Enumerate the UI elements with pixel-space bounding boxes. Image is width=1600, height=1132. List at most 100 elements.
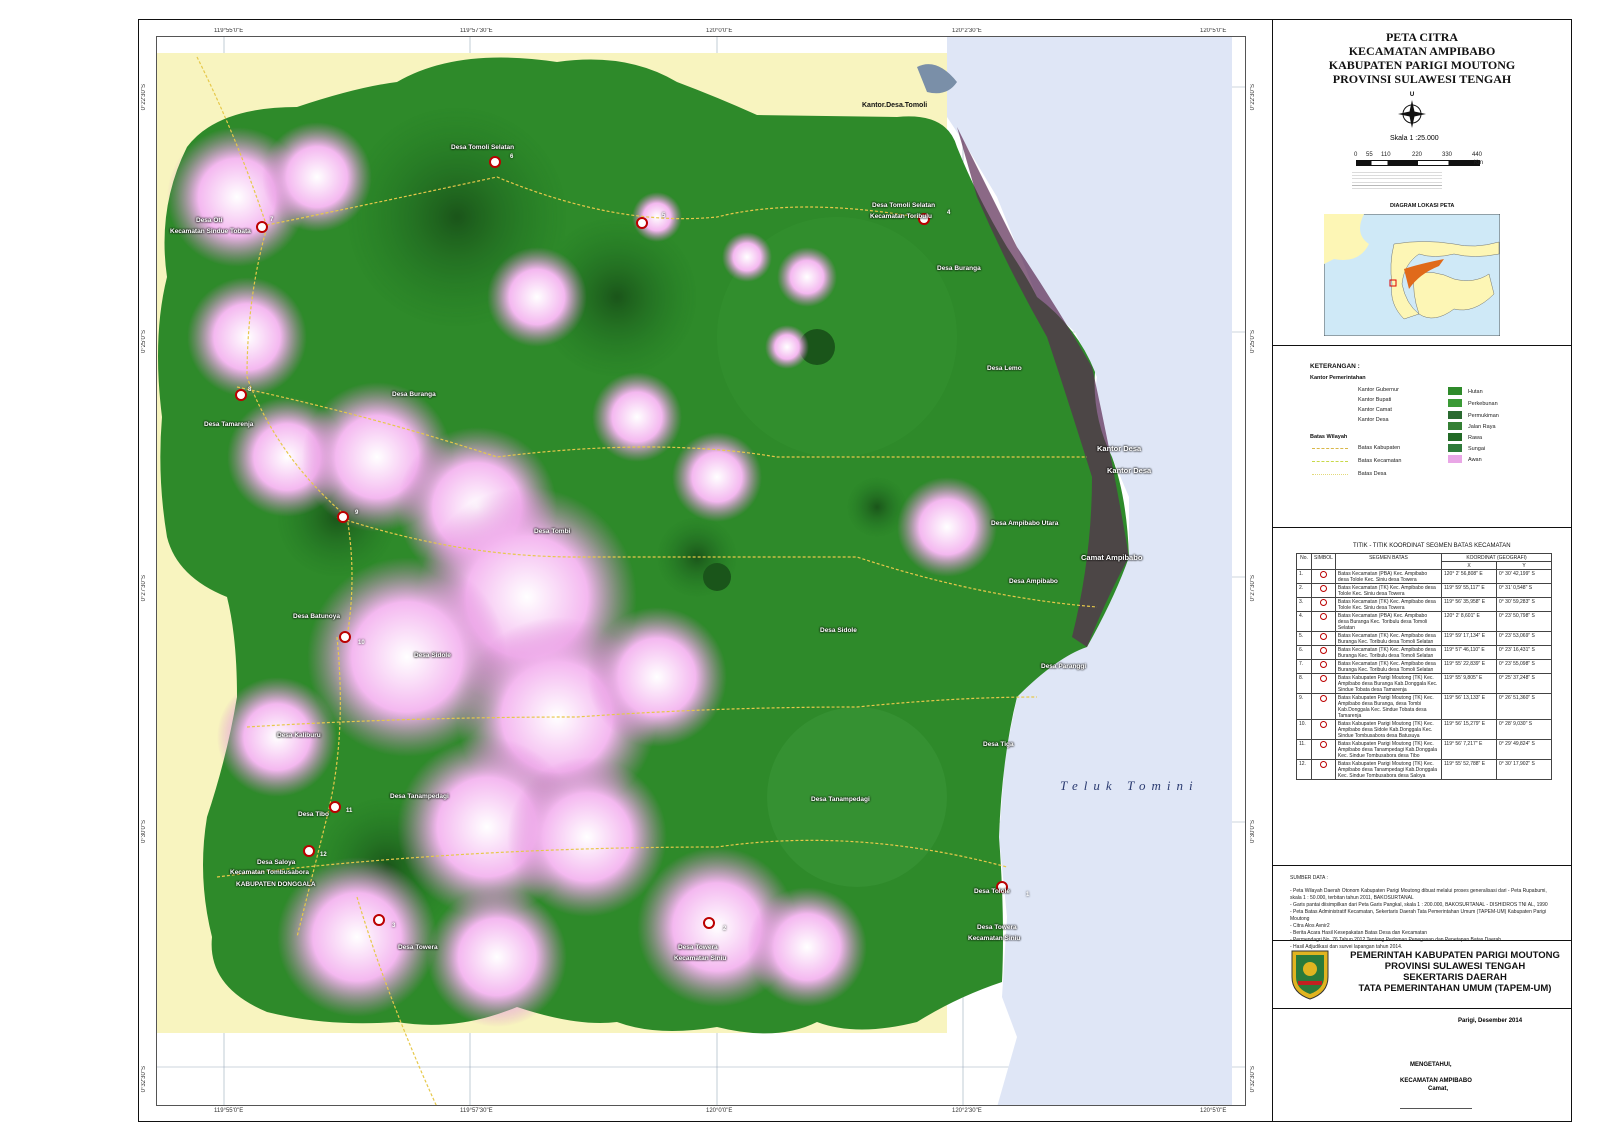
col-y: Y xyxy=(1496,561,1552,570)
boundary-point-symbol-icon xyxy=(1319,760,1327,768)
legend-kantor-camat: Kantor Camat xyxy=(1358,407,1392,413)
table-row: 7. Batas Kecamatan (TK) Kec. Ampibabo des… xyxy=(1296,659,1552,674)
label-kec-siniu: Kecamatan Siniu xyxy=(968,935,1021,942)
cell-x: 119° 59' 17,134" E xyxy=(1441,631,1497,646)
label-desa-lemo: Desa Lemo xyxy=(987,365,1022,372)
label-desa-buranga-ne: Desa Buranga xyxy=(937,265,981,272)
legend-sungai: Sungai xyxy=(1468,446,1486,452)
legend-permukiman: Permukiman xyxy=(1468,413,1499,419)
cell-y: 0° 30' 42,199" S xyxy=(1496,569,1552,584)
cell-simbol xyxy=(1311,659,1336,674)
table-row: 2. Batas Kecamatan (TK) Kec. Ampibabo des… xyxy=(1296,583,1552,598)
label-kec-toribulu: Kecamatan Toribulu xyxy=(870,213,933,220)
panel-separator xyxy=(1272,527,1572,528)
point-marker-7[interactable] xyxy=(256,221,268,233)
tick-bottom-2: 119°57'30"E xyxy=(460,1108,493,1114)
legend-line-kab xyxy=(1312,448,1348,449)
cell-seg: Batas Kecamatan (TK) Kec. Ampibabo desa … xyxy=(1334,659,1443,674)
label-desa-oti: Desa Oti xyxy=(196,217,223,224)
cell-seg: Batas Kecamatan (TK) Kec. Ampibabo desa … xyxy=(1334,631,1443,646)
cell-y: 0° 26' 51,360" S xyxy=(1496,693,1552,720)
label-desa-ampibabo: Desa Ampibabo xyxy=(1009,578,1058,585)
cell-seg: Batas Kabupaten Parigi Moutong (TK) Kec.… xyxy=(1334,719,1443,740)
cell-x: 119° 57' 46,110" E xyxy=(1441,645,1497,660)
tick-right-1: 0°22'30"S xyxy=(1250,84,1256,111)
point-number: 11 xyxy=(346,808,353,814)
point-marker-8[interactable] xyxy=(235,389,247,401)
legend-batas-title: Batas Wilayah xyxy=(1310,434,1348,440)
scale-tick: 55 xyxy=(1366,152,1373,158)
north-label: U xyxy=(1409,92,1415,98)
tick-top-4: 120°2'30"E xyxy=(952,28,982,34)
point-marker-12[interactable] xyxy=(303,845,315,857)
cell-no: 5. xyxy=(1296,631,1312,646)
label-desa-towera-s: Desa Towera xyxy=(977,924,1017,931)
cell-simbol xyxy=(1311,693,1336,720)
cell-y: 0° 23' 55,098" S xyxy=(1496,659,1552,674)
label-desa-sidole-e: Desa Sidole xyxy=(820,627,857,634)
cell-no: 3. xyxy=(1296,597,1312,612)
panel-separator xyxy=(1272,1008,1572,1009)
legend-jalan-raya: Jalan Raya xyxy=(1468,424,1496,430)
tick-top-3: 120°0'0"E xyxy=(706,28,733,34)
government-block: PEMERINTAH KABUPATEN PARIGI MOUTONG PROV… xyxy=(1350,950,1560,994)
scale-tick: 0 xyxy=(1354,152,1358,158)
cell-x: 119° 55' 52,788" E xyxy=(1441,759,1497,780)
cell-no: 6. xyxy=(1296,645,1312,660)
tick-bottom-3: 120°0'0"E xyxy=(706,1108,733,1114)
point-marker-9[interactable] xyxy=(337,511,349,523)
label-desa-tamarenja: Desa Tamarenja xyxy=(204,421,254,428)
point-number: 8 xyxy=(248,387,252,393)
map-title: PETA CITRA KECAMATAN AMPIBABO KABUPATEN … xyxy=(1328,30,1516,86)
label-desa-towera: Desa Towera xyxy=(398,944,438,951)
label-kec-siniu-2: Kecamatan Siniu xyxy=(674,955,727,962)
point-marker-2[interactable] xyxy=(703,917,715,929)
legend-line-kec xyxy=(1312,461,1348,462)
cell-y: 0° 30' 17,902" S xyxy=(1496,759,1552,780)
scale-tick: 220 xyxy=(1412,152,1423,158)
swatch-jalan-raya xyxy=(1448,422,1462,430)
cell-simbol xyxy=(1311,719,1336,740)
cell-x: 119° 56' 13,133" E xyxy=(1441,693,1497,720)
legend-batas-kecamatan: Batas Kecamatan xyxy=(1358,458,1402,464)
label-desa-buranga: Desa Buranga xyxy=(392,391,436,398)
signature-line xyxy=(1400,1108,1472,1109)
swatch-permukiman xyxy=(1448,411,1462,419)
point-marker-10[interactable] xyxy=(339,631,351,643)
point-marker-3[interactable] xyxy=(373,914,385,926)
table-row: 9. Batas Kabupaten Parigi Moutong (TK) Ke… xyxy=(1296,693,1552,720)
label-desa-towera-2: Desa Towera xyxy=(678,944,718,951)
cell-seg: Batas Kecamatan (TK) Kec. Ampibabo desa … xyxy=(1334,645,1443,660)
cell-simbol xyxy=(1311,583,1336,598)
cell-x: 119° 59' 55,117" E xyxy=(1441,583,1497,598)
label-kantor-desa-tomoli: Kantor.Desa.Tomoli xyxy=(862,102,928,109)
cell-no: 10. xyxy=(1296,719,1312,740)
point-number: 5 xyxy=(662,213,666,219)
table-row: 4. Batas Kecamatan (PBA) Kec. Ampibabo de… xyxy=(1296,611,1552,632)
point-number: 4 xyxy=(947,210,951,216)
col-segmen: SEGMEN BATAS xyxy=(1334,553,1443,570)
point-marker-6[interactable] xyxy=(489,156,501,168)
label-desa-tanampedagi-e: Desa Tanampedagi xyxy=(811,796,870,803)
diagram-title: DIAGRAM LOKASI PETA xyxy=(1390,203,1455,209)
tick-left-5: 0°32'30"S xyxy=(141,1066,147,1093)
tick-left-4: 0°30'0"S xyxy=(141,820,147,844)
point-number: 3 xyxy=(392,923,396,929)
cell-simbol xyxy=(1311,739,1336,760)
point-marker-11[interactable] xyxy=(329,801,341,813)
boundary-point-symbol-icon xyxy=(1319,584,1327,592)
label-desa-tomoli-selatan: Desa Tomoli Selatan xyxy=(451,144,515,151)
regency-emblem-icon xyxy=(1291,950,1329,1000)
boundary-point-symbol-icon xyxy=(1319,674,1327,682)
cell-simbol xyxy=(1311,673,1336,694)
tick-right-5: 0°32'30"S xyxy=(1250,1066,1256,1093)
boundary-point-symbol-icon xyxy=(1319,646,1327,654)
point-number: 9 xyxy=(355,510,359,516)
swatch-sungai xyxy=(1448,444,1462,452)
cell-simbol xyxy=(1311,569,1336,584)
tick-top-2: 119°57'30"E xyxy=(460,28,493,34)
point-marker-5[interactable] xyxy=(636,217,648,229)
panel-separator xyxy=(1272,345,1572,346)
scale-tick: 330 xyxy=(1442,152,1453,158)
boundary-point-symbol-icon xyxy=(1319,612,1327,620)
